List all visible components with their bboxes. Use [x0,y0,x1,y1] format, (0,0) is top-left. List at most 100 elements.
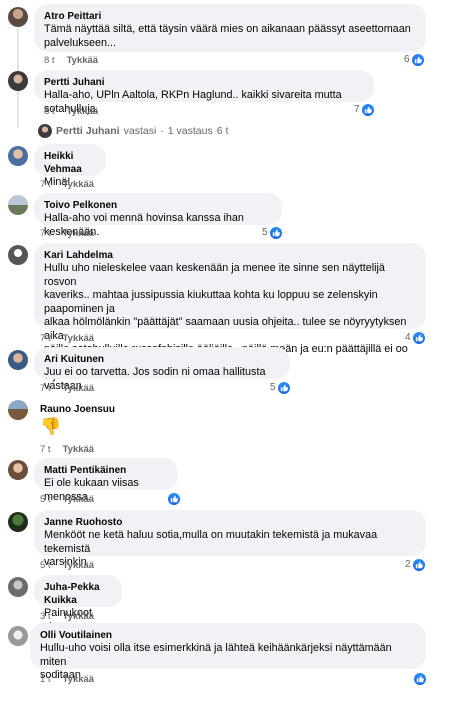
comment-meta: 7 t Tykkää [40,228,94,240]
avatar[interactable] [8,626,28,646]
comment-text-line: varsinkin [44,556,87,568]
comment-time[interactable]: 7 t [40,179,51,190]
comment-meta: 7 t Tykkää [40,444,94,456]
comment-text-line: kaveriks.. mahtaa jussipussia kiukuttaa … [44,289,378,315]
avatar[interactable] [8,195,28,215]
reaction-count[interactable] [412,673,426,685]
comment-time[interactable]: 5 t [40,560,51,571]
reaction-count[interactable]: 2 [405,559,425,571]
thumbs-up-icon [414,673,426,685]
reply-separator: · [160,125,164,137]
comment-time[interactable]: 8 t [44,55,55,66]
comment-time[interactable]: 7 t [40,383,51,394]
comment-meta: 8 t Tykkää [44,55,98,67]
thumbs-up-icon [277,382,290,394]
comment-bubble: Ari Kuitunen Juu ei oo tarvetta. Jos sod… [34,347,290,392]
avatar[interactable] [8,577,28,597]
comment-author[interactable]: Matti Pentikäinen [44,464,168,477]
like-button[interactable]: Tykkää [63,444,95,455]
reaction-count[interactable]: 5 [262,227,282,239]
avatar[interactable] [8,245,28,265]
comment-bubble: Matti Pentikäinen Ei ole kukaan viisas m… [34,458,178,503]
comment-author[interactable]: Atro Peittari [44,10,416,23]
reply-author: Pertti Juhani [56,125,120,137]
comment-meta: 7 t Tykkää [40,333,94,345]
view-replies-link[interactable]: Pertti Juhani vastasi · 1 vastaus 6 t [38,124,228,138]
avatar[interactable] [8,7,28,27]
like-button[interactable]: Tykkää [63,494,95,505]
comment-author[interactable]: Janne Ruohosto [44,516,416,529]
comment-bubble: Juha-Pekka Kuikka Painukoot vittuun [34,575,122,633]
reaction-number: 7 [354,104,360,115]
reaction-number: 4 [405,332,411,343]
thumbs-up-icon [269,227,282,239]
reaction-number: 6 [404,54,410,65]
thumbs-up-icon [168,493,180,505]
comment-author[interactable]: Heikki Vehmaa [44,150,96,176]
reaction-count[interactable]: 7 [354,104,374,116]
comment-meta: 7 t Tykkää [40,383,94,395]
comment-text-line: palvelukseen... [44,36,117,49]
comment-time[interactable]: 3 t [40,611,51,622]
reaction-number: 5 [270,382,276,393]
like-button[interactable]: Tykkää [63,560,95,571]
like-button[interactable]: Tykkää [63,179,95,190]
comment-bubble: Toivo Pelkonen Halla-aho voi mennä hovin… [34,193,282,238]
reaction-count[interactable]: 5 [270,382,290,394]
avatar[interactable] [8,350,28,370]
reaction-count[interactable]: 4 [405,332,425,344]
like-button[interactable]: Tykkää [63,228,95,239]
like-button[interactable]: Tykkää [63,611,95,622]
comment-bubble: Kari Lahdelma Hullu uho nieleskelee vaan… [34,243,426,382]
comment-time[interactable]: 8 t [44,106,55,117]
comment-author[interactable]: Toivo Pelkonen [44,199,272,212]
comment-author[interactable]: Olli Voutilainen [40,629,416,642]
avatar[interactable] [8,512,28,532]
like-button[interactable]: Tykkää [63,674,95,685]
comment-meta: 1 t Tykkää [40,674,94,686]
comment-meta: 3 t Tykkää [40,611,94,623]
comment-bubble: Heikki Vehmaa Minä! [34,144,106,188]
thumbs-up-icon [411,54,424,66]
avatar[interactable] [8,460,28,480]
thumbs-up-icon [412,559,425,571]
comment-text-line: Menkööt ne ketä haluu sotia,mulla on muu… [44,529,378,555]
comment-text-line: alkaa hölmölänkin "päättäjät" saamaan uu… [44,316,407,342]
comment-text-line: soditaan. [40,669,84,681]
like-button[interactable]: Tykkää [63,333,95,344]
comment-author[interactable]: Juha-Pekka Kuikka [44,581,112,607]
comment-text-line: Hullu uho nieleskelee vaan keskenään ja … [44,262,385,288]
comment-time[interactable]: 7 t [40,228,51,239]
thumbs-down-emoji: 👎 [40,417,62,436]
reaction-number: 2 [405,559,411,570]
comment-author[interactable]: Pertti Juhani [44,76,364,89]
reply-action: vastasi [123,125,157,137]
comment-meta: 8 t Tykkää [44,106,98,118]
avatar[interactable] [8,400,28,420]
comment-text-line: Hullu-uho voisi olla itse esimerkkinä ja… [40,642,392,668]
comment-author[interactable]: Rauno Joensuu [40,403,115,416]
reply-count: 1 vastaus [167,125,213,137]
comment-time[interactable]: 5 t [40,494,51,505]
comment-author[interactable]: Ari Kuitunen [44,353,280,366]
comment-bubble: Atro Peittari Tämä näyttää siltä, että t… [34,4,426,52]
comment-text-line: Tämä näyttää siltä, että täysin väärä mi… [44,23,411,35]
reaction-count[interactable]: 6 [404,54,424,66]
comment-bubble: Janne Ruohosto Menkööt ne ketä haluu sot… [34,510,426,568]
reply-time: 6 t [216,125,229,137]
like-button[interactable]: Tykkää [67,106,99,117]
comment-time[interactable]: 7 t [40,333,51,344]
thumbs-up-icon [361,104,374,116]
thumbs-up-icon [412,332,425,344]
reaction-number: 5 [262,227,268,238]
reaction-count[interactable] [166,493,180,505]
like-button[interactable]: Tykkää [67,55,99,66]
comment-author[interactable]: Kari Lahdelma [44,249,416,262]
comment-bubble: Olli Voutilainen Hullu-uho voisi olla it… [30,623,426,681]
like-button[interactable]: Tykkää [63,383,95,394]
comment-time[interactable]: 7 t [40,444,51,455]
avatar [38,124,52,138]
avatar[interactable] [8,146,28,166]
comment-time[interactable]: 1 t [40,674,51,685]
avatar[interactable] [8,71,28,91]
